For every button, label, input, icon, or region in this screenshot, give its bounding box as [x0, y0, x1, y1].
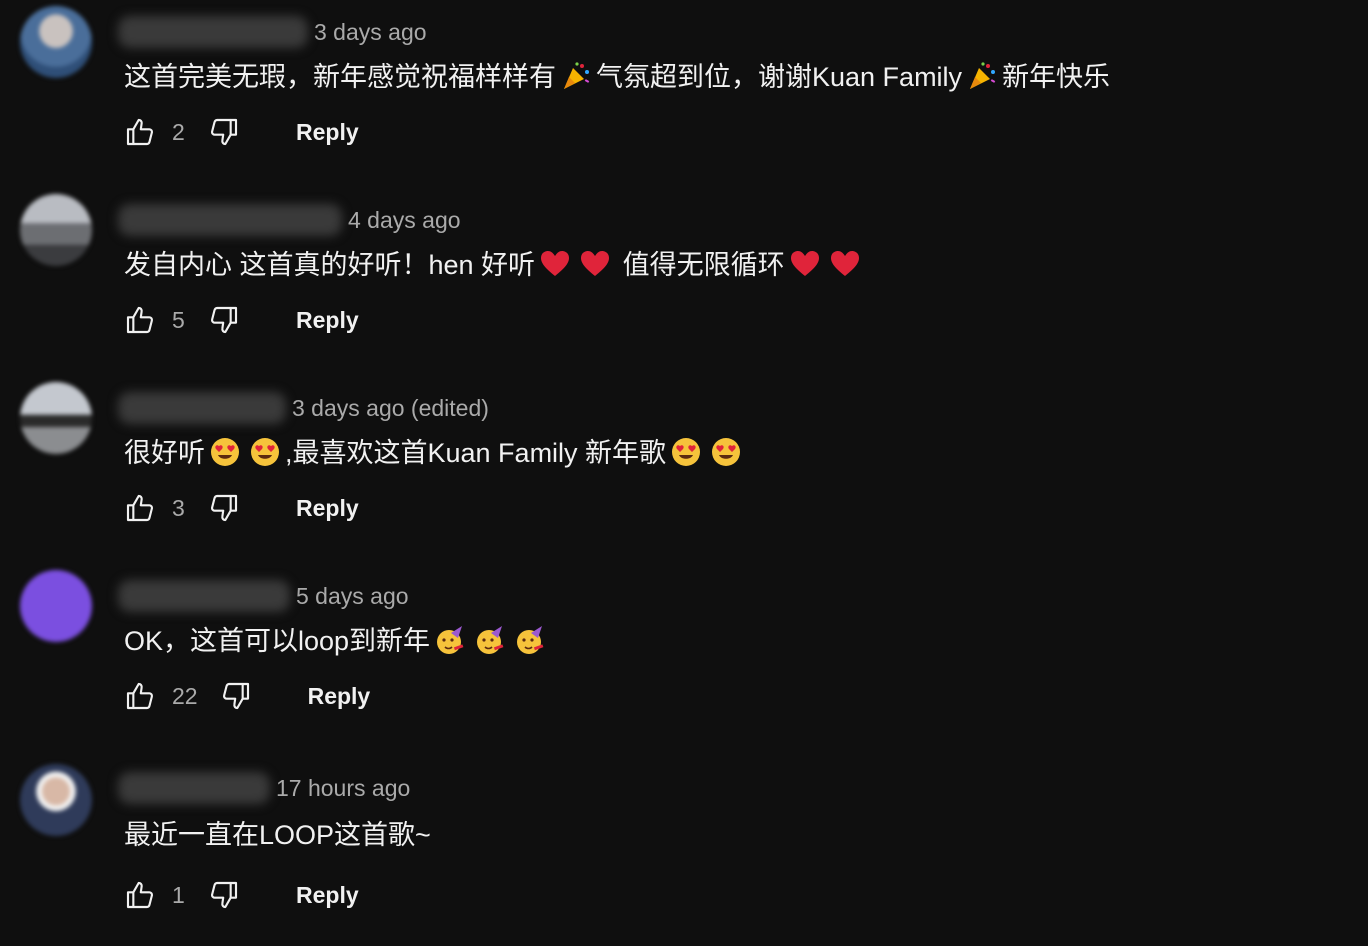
party-popper-icon [966, 58, 998, 90]
comment-header: 3 days ago (edited) [118, 388, 489, 428]
comment-text: 这首完美无瑕，新年感觉祝福样样有 气氛超到位，谢谢Kuan Family 新年快乐 [124, 52, 1110, 102]
comment-text-part: ,最喜欢这首Kuan Family 新年歌 [285, 438, 667, 468]
comment-timestamp[interactable]: 3 days ago (edited) [292, 395, 489, 422]
author-handle[interactable] [118, 204, 342, 236]
comment-thread: 4 days ago 发自内心 这首真的好听！hen 好听 值得无限循环 5 R… [0, 188, 1368, 376]
comment-header: 17 hours ago [118, 768, 410, 808]
thumbs-up-icon[interactable] [122, 678, 158, 714]
author-handle[interactable] [118, 772, 270, 804]
author-handle[interactable] [118, 580, 290, 612]
red-heart-icon [829, 246, 861, 278]
comment-timestamp[interactable]: 3 days ago [314, 19, 427, 46]
comment-thread: 3 days ago 这首完美无瑕，新年感觉祝福样样有 气氛超到位，谢谢Kuan … [0, 0, 1368, 188]
partying-face-icon [514, 622, 546, 654]
comment-text-part: 发自内心 这首真的好听！hen 好听 [124, 250, 536, 280]
comment-text-part: 这首完美无瑕，新年感觉祝福样样有 [124, 62, 556, 92]
comment-actions: 3 Reply [122, 483, 359, 533]
thumbs-up-icon[interactable] [122, 302, 158, 338]
like-count: 2 [172, 118, 185, 145]
comment-text: OK，这首可以loop到新年 [124, 616, 550, 666]
reply-button[interactable]: Reply [308, 683, 371, 710]
reply-button[interactable]: Reply [296, 882, 359, 909]
comment-text-part: OK，这首可以loop到新年 [124, 626, 431, 656]
thumbs-up-icon[interactable] [122, 877, 158, 913]
comment-timestamp[interactable]: 4 days ago [348, 207, 461, 234]
comment-text-part: 值得无限循环 [622, 250, 785, 280]
comment-header: 4 days ago [118, 200, 461, 240]
red-heart-icon [539, 246, 571, 278]
avatar[interactable] [20, 764, 92, 836]
avatar[interactable] [20, 570, 92, 642]
comment-text-part: 新年快乐 [1002, 62, 1111, 92]
comment-text-part: 最近一直在LOOP这首歌~ [124, 820, 431, 850]
comment-actions: 5 Reply [122, 295, 359, 345]
partying-face-icon [474, 622, 506, 654]
comment-thread: 3 days ago (edited) 很好听 ,最喜欢这首Kuan Family… [0, 376, 1368, 564]
author-handle[interactable] [118, 392, 286, 424]
avatar[interactable] [20, 382, 92, 454]
red-heart-icon [789, 246, 821, 278]
comment-thread: 5 days ago OK，这首可以loop到新年 22 Reply [0, 564, 1368, 752]
comment-actions: 2 Reply [122, 107, 359, 157]
comment-timestamp[interactable]: 17 hours ago [276, 775, 410, 802]
author-handle[interactable] [118, 16, 308, 48]
thumbs-up-icon[interactable] [122, 490, 158, 526]
comment-actions: 22 Reply [122, 671, 370, 721]
comment-header: 3 days ago [118, 12, 427, 52]
heart-eyes-icon [710, 434, 742, 466]
thumbs-down-icon[interactable] [206, 114, 242, 150]
comment-timestamp[interactable]: 5 days ago [296, 583, 409, 610]
comment-header: 5 days ago [118, 576, 409, 616]
like-count: 1 [172, 881, 185, 908]
reply-button[interactable]: Reply [296, 495, 359, 522]
comment-text-part: 气氛超到位，谢谢Kuan Family [596, 62, 963, 92]
like-count: 5 [172, 306, 185, 333]
partying-face-icon [434, 622, 466, 654]
reply-button[interactable]: Reply [296, 307, 359, 334]
comment-text: 最近一直在LOOP这首歌~ [124, 810, 431, 860]
thumbs-up-icon[interactable] [122, 114, 158, 150]
like-count: 3 [172, 494, 185, 521]
thumbs-down-icon[interactable] [218, 678, 254, 714]
avatar[interactable] [20, 6, 92, 78]
comment-thread: 17 hours ago 最近一直在LOOP这首歌~ 1 Reply [0, 752, 1368, 940]
like-count: 22 [172, 682, 198, 709]
red-heart-icon [579, 246, 611, 278]
thumbs-down-icon[interactable] [206, 877, 242, 913]
party-popper-icon [560, 58, 592, 90]
reply-button[interactable]: Reply [296, 119, 359, 146]
comment-text-part: 很好听 [124, 438, 205, 468]
thumbs-down-icon[interactable] [206, 302, 242, 338]
heart-eyes-icon [670, 434, 702, 466]
comment-text: 很好听 ,最喜欢这首Kuan Family 新年歌 [124, 428, 746, 478]
avatar[interactable] [20, 194, 92, 266]
thumbs-down-icon[interactable] [206, 490, 242, 526]
comment-actions: 1 Reply [122, 870, 359, 920]
comment-text: 发自内心 这首真的好听！hen 好听 值得无限循环 [124, 240, 865, 290]
heart-eyes-icon [249, 434, 281, 466]
heart-eyes-icon [209, 434, 241, 466]
comments-section: 3 days ago 这首完美无瑕，新年感觉祝福样样有 气氛超到位，谢谢Kuan … [0, 0, 1368, 946]
